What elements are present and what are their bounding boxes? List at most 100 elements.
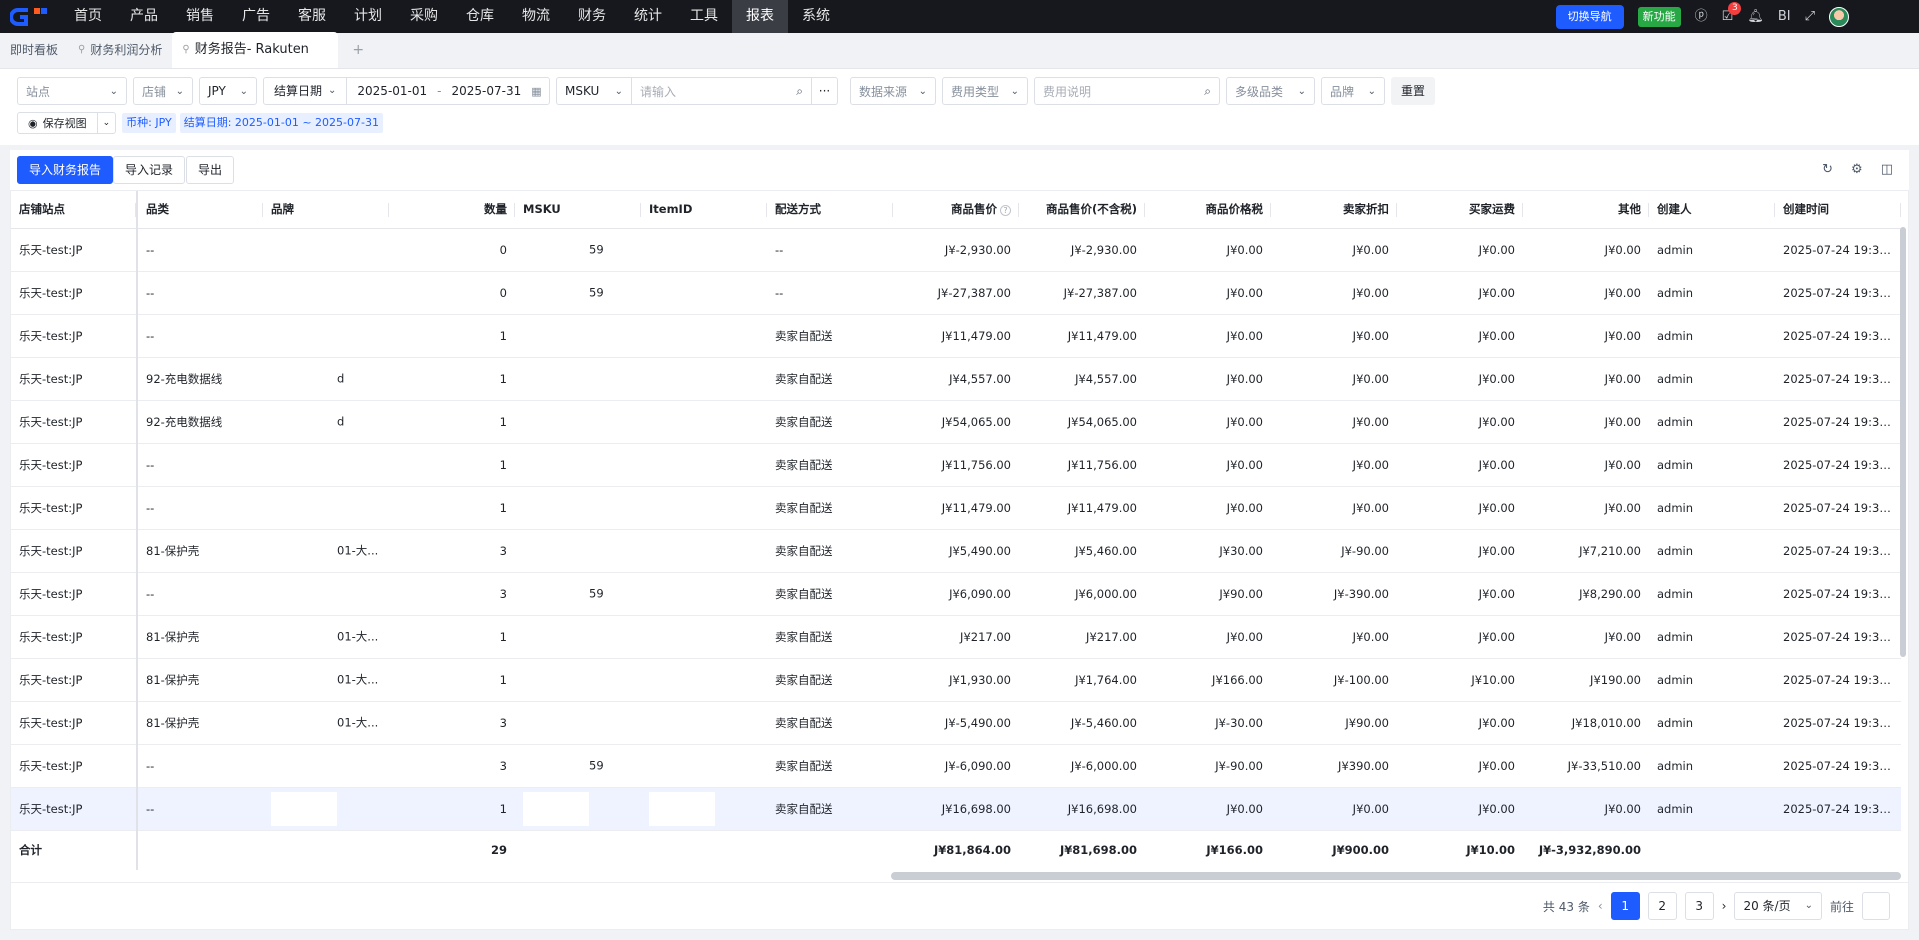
save-view-button[interactable]: ◉ 保存视图 ⌄: [17, 112, 117, 134]
column-header[interactable]: 商品售价?: [893, 191, 1019, 229]
column-header[interactable]: 数量: [389, 191, 515, 229]
fee-type-select[interactable]: 费用类型 ⌄: [942, 77, 1028, 105]
export-button[interactable]: 导出: [186, 156, 235, 184]
nav-item[interactable]: 采购: [396, 0, 452, 33]
date-type-select[interactable]: 结算日期 ⌄: [264, 78, 348, 104]
column-header[interactable]: 店铺站点: [11, 191, 138, 229]
site-select[interactable]: 站点 ⌄: [17, 77, 127, 105]
page-button[interactable]: 1: [1610, 892, 1640, 920]
table-row[interactable]: 乐天-test:JP 81-保护壳 01-大... 3 卖家自配送 J¥-5,490.00…: [11, 701, 1901, 745]
column-header[interactable]: 商品售价(不含税): [1019, 191, 1145, 229]
more-options-button[interactable]: ···: [812, 77, 838, 105]
table-cell-qty: 1: [389, 658, 515, 702]
tab-profit-analysis[interactable]: ⚲ 财务利润分析: [68, 32, 172, 68]
column-header[interactable]: 买家运费: [1397, 191, 1523, 229]
sku-type-select[interactable]: MSKU ⌄: [556, 77, 632, 105]
table-row[interactable]: 乐天-test:JP -- 3 59 卖家自配送 J¥6,090.00 J¥6,000.00…: [11, 572, 1901, 616]
new-feature-button[interactable]: 新功能: [1637, 6, 1681, 27]
table-row[interactable]: 乐天-test:JP -- 0 59 -- J¥-27,387.00 J¥-27,387.0…: [11, 271, 1901, 315]
next-page-icon[interactable]: ›: [1722, 899, 1727, 913]
columns-icon[interactable]: ◫: [1881, 162, 1893, 177]
import-report-button[interactable]: 导入财务报告: [17, 156, 114, 184]
table-row[interactable]: 乐天-test:JP -- 3 59 卖家自配送 J¥-6,090.00 J¥-6,000.…: [11, 744, 1901, 788]
help-circle-icon[interactable]: ⓟ: [1695, 10, 1708, 23]
date-range-picker[interactable]: 结算日期 ⌄ 2025-01-01 - 2025-07-31 ▦: [263, 77, 550, 105]
calendar-icon[interactable]: ▦: [531, 85, 541, 98]
table-row[interactable]: 乐天-test:JP 81-保护壳 01-大... 1 卖家自配送 J¥217.00 J¥2…: [11, 615, 1901, 659]
store-select[interactable]: 店铺 ⌄: [133, 77, 193, 105]
column-header[interactable]: 品类: [137, 191, 263, 229]
nav-item[interactable]: 物流: [508, 0, 564, 33]
horizontal-scrollbar[interactable]: [891, 872, 1901, 880]
refresh-icon[interactable]: ↻: [1822, 162, 1833, 177]
table-row[interactable]: 乐天-test:JP 81-保护壳 01-大... 1 卖家自配送 J¥1,930.00 J…: [11, 658, 1901, 702]
search-icon[interactable]: ⌕: [796, 84, 803, 99]
nav-item[interactable]: 财务: [564, 0, 620, 33]
chevron-down-icon[interactable]: ⌄: [98, 118, 116, 128]
table-row[interactable]: 乐天-test:JP -- 1 卖家自配送 J¥11,479.00 J¥11,479.00…: [11, 314, 1901, 358]
pin-icon[interactable]: ⚲: [182, 32, 189, 68]
table-row[interactable]: 乐天-test:JP 92-充电数据线 d 1 卖家自配送 J¥4,557.00 J¥4,5…: [11, 357, 1901, 401]
column-header[interactable]: 创建人: [1649, 191, 1775, 229]
pin-icon[interactable]: ⚲: [78, 32, 85, 68]
date-filter-chip[interactable]: 结算日期: 2025-01-01 ~ 2025-07-31: [179, 113, 383, 133]
settings-icon[interactable]: ⚙: [1851, 162, 1863, 177]
tab-dashboard[interactable]: 即时看板: [0, 32, 68, 68]
table-row[interactable]: 乐天-test:JP -- 0 59 -- J¥-2,930.00 J¥-2,930.00 J…: [11, 228, 1901, 272]
table-row[interactable]: 乐天-test:JP 92-充电数据线 d 1 卖家自配送 J¥54,065.00 J¥54…: [11, 400, 1901, 444]
nav-item[interactable]: 系统: [788, 0, 844, 33]
nav-item[interactable]: 计划: [340, 0, 396, 33]
add-tab-icon[interactable]: +: [338, 32, 378, 68]
currency-select[interactable]: JPY ⌄: [199, 77, 257, 105]
column-header[interactable]: MSKU: [515, 191, 641, 229]
avatar[interactable]: [1829, 6, 1849, 27]
nav-item[interactable]: 报表: [732, 0, 788, 33]
nav-item[interactable]: 首页: [60, 0, 116, 33]
nav-item[interactable]: 产品: [116, 0, 172, 33]
table-row[interactable]: 乐天-test:JP 81-保护壳 01-大... 3 卖家自配送 J¥5,490.00 J…: [11, 529, 1901, 573]
column-header[interactable]: 品牌: [263, 191, 389, 229]
column-header[interactable]: 卖家折扣: [1271, 191, 1397, 229]
brand-select[interactable]: 品牌 ⌄: [1321, 77, 1385, 105]
column-header[interactable]: 创建时间: [1775, 191, 1901, 229]
currency-filter-chip[interactable]: 币种: JPY: [122, 113, 176, 133]
page-button[interactable]: 3: [1684, 892, 1714, 920]
reset-button[interactable]: 重置: [1391, 77, 1436, 105]
table-row[interactable]: 乐天-test:JP -- 1 卖家自配送 J¥11,479.00 J¥11,479.00…: [11, 486, 1901, 530]
page-button[interactable]: 2: [1647, 892, 1677, 920]
column-header[interactable]: 其他: [1523, 191, 1649, 229]
help-icon[interactable]: ?: [1000, 205, 1011, 217]
fullscreen-icon[interactable]: ⤢: [1805, 10, 1815, 23]
search-input[interactable]: 请输入 ⌕: [632, 77, 812, 105]
bell-icon[interactable]: 🔔︎: [1747, 10, 1764, 23]
vertical-scrollbar[interactable]: [1900, 227, 1906, 657]
cell-text: 01-大...: [337, 715, 379, 729]
search-icon[interactable]: ⌕: [1204, 84, 1211, 99]
app-logo[interactable]: [0, 0, 60, 33]
task-icon[interactable]: ☑ 3: [1722, 2, 1742, 23]
data-source-select[interactable]: 数据来源 ⌄: [850, 77, 936, 105]
date-end[interactable]: 2025-07-31: [442, 78, 532, 104]
column-header[interactable]: 配送方式: [767, 191, 893, 229]
goto-page-input[interactable]: [1862, 892, 1890, 920]
table-row[interactable]: 乐天-test:JP -- 1 卖家自配送 J¥11,756.00 J¥11,756.00…: [11, 443, 1901, 487]
nav-item[interactable]: 广告: [228, 0, 284, 33]
import-log-button[interactable]: 导入记录: [113, 156, 186, 184]
date-start[interactable]: 2025-01-01: [347, 78, 437, 104]
fee-description-input[interactable]: 费用说明 ⌕: [1034, 77, 1220, 105]
nav-item[interactable]: 销售: [172, 0, 228, 33]
table-cell-item: [641, 443, 767, 487]
bi-button[interactable]: BI: [1778, 10, 1791, 23]
nav-item[interactable]: 统计: [620, 0, 676, 33]
page-size-select[interactable]: 20 条/页 ⌄: [1734, 892, 1822, 920]
column-header[interactable]: ItemID: [641, 191, 767, 229]
category-select[interactable]: 多级品类 ⌄: [1226, 77, 1315, 105]
tab-financial-report[interactable]: ⚲ 财务报告- Rakuten: [172, 32, 339, 68]
column-header[interactable]: 商品价格税: [1145, 191, 1271, 229]
prev-page-icon[interactable]: ‹: [1598, 899, 1603, 913]
switch-nav-button[interactable]: 切换导航: [1555, 4, 1624, 29]
nav-item[interactable]: 客服: [284, 0, 340, 33]
nav-item[interactable]: 工具: [676, 0, 732, 33]
nav-item[interactable]: 仓库: [452, 0, 508, 33]
table-row[interactable]: 乐天-test:JP -- 1 卖家自配送 J¥16,698.00 J¥16,698.00…: [11, 787, 1901, 831]
